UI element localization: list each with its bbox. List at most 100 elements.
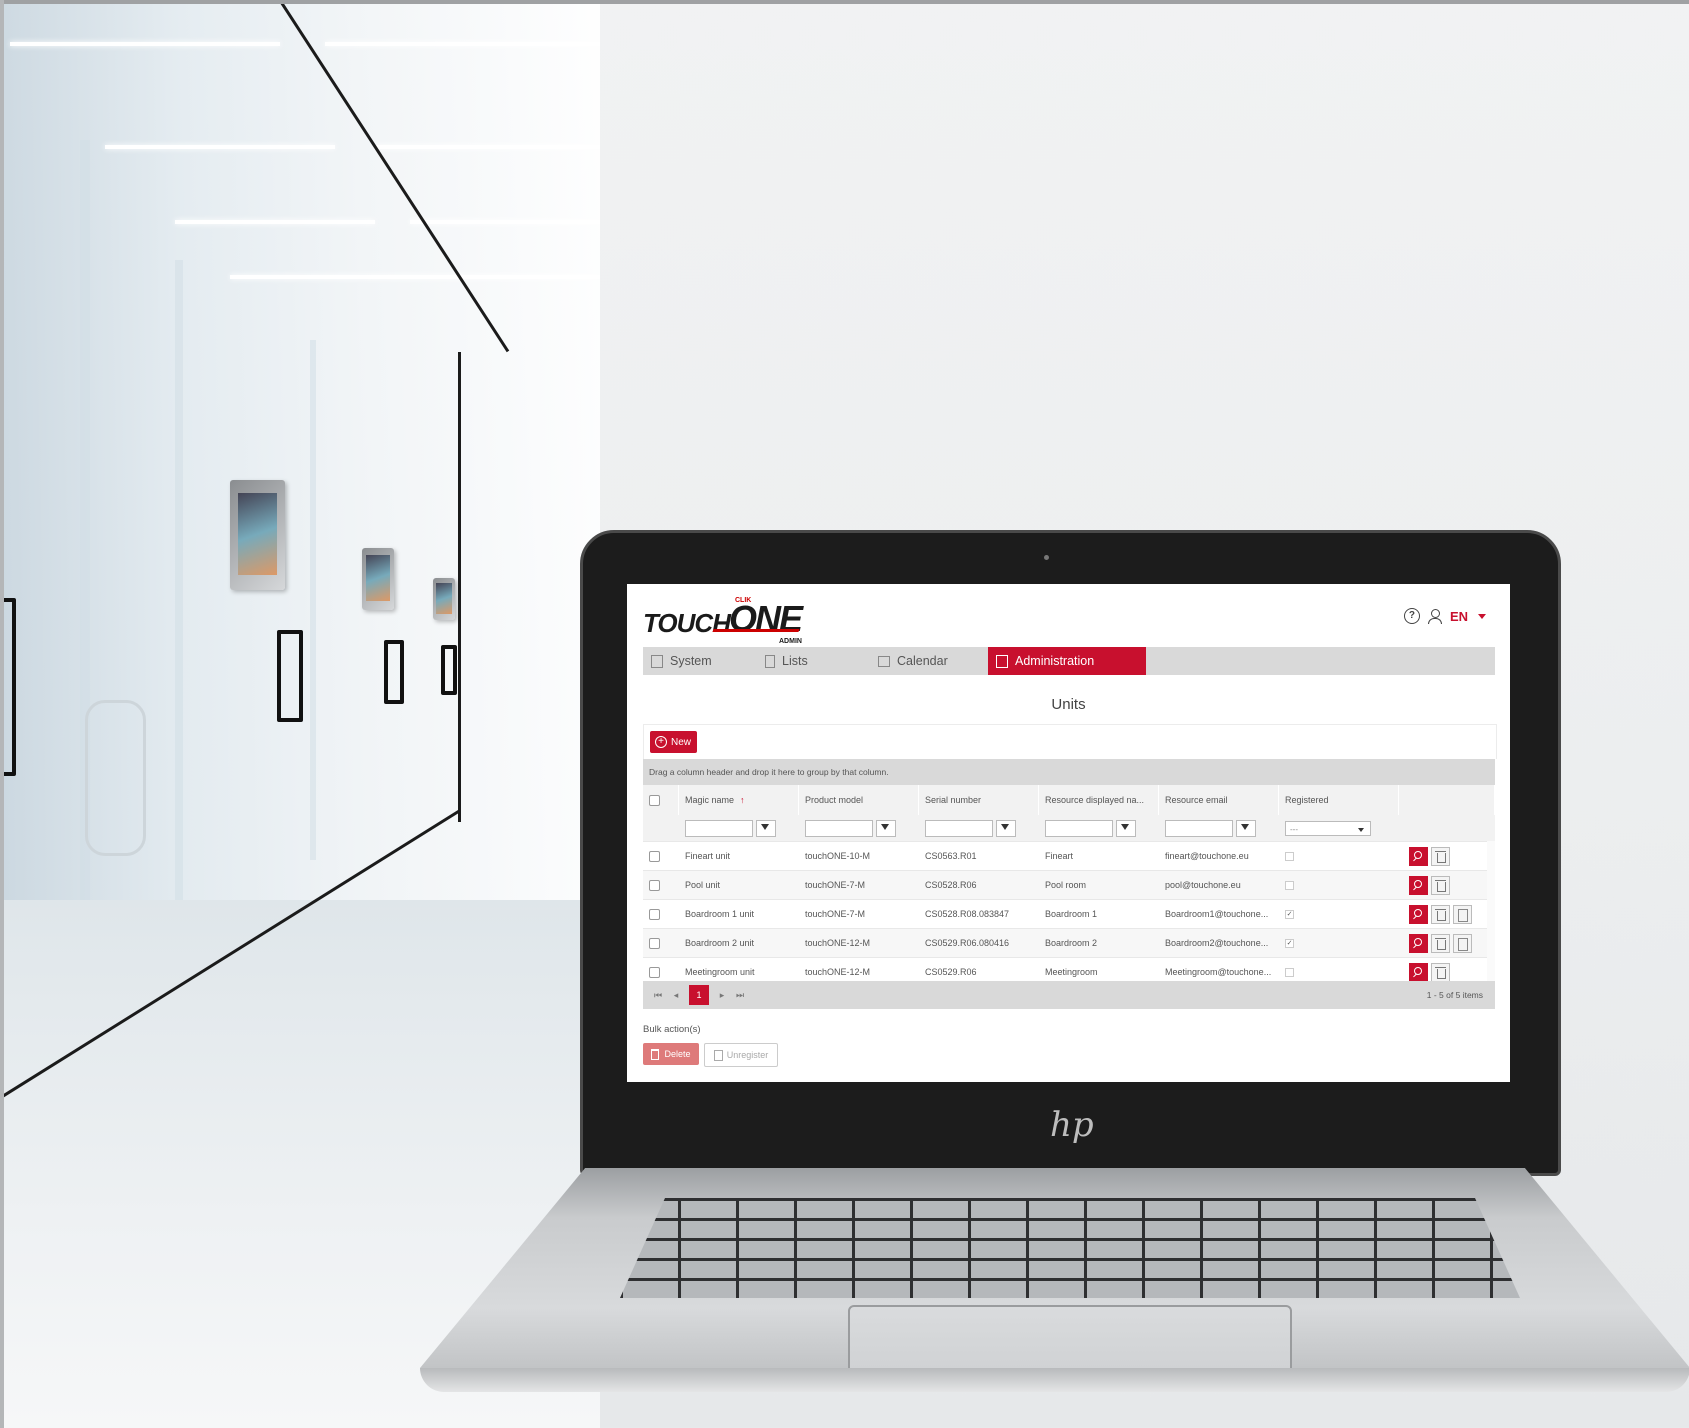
cell-resource-email: pool@touchone.eu: [1165, 880, 1241, 890]
column-header-resource-email[interactable]: Resource email: [1159, 785, 1279, 815]
filter-input[interactable]: [805, 819, 873, 837]
cell-registered: ✓: [1279, 900, 1399, 928]
registered-filter-select[interactable]: ---: [1285, 820, 1371, 836]
registered-checkbox: [1285, 851, 1294, 861]
cell-product-model: touchONE-10-M: [805, 851, 871, 861]
cell-serial-number: CS0563.R01: [925, 851, 977, 861]
page-title: Units: [1051, 696, 1086, 713]
help-icon[interactable]: ?: [1403, 608, 1420, 624]
table-row[interactable]: Boardroom 2 unit touchONE-12-M CS0529.R0…: [643, 928, 1495, 957]
group-drop-zone[interactable]: Drag a column header and drop it here to…: [643, 759, 1495, 785]
cell-serial-number: CS0528.R06: [925, 880, 977, 890]
trash-icon[interactable]: [1431, 933, 1450, 953]
main-tabs: System Lists Calendar Administration: [643, 647, 1495, 675]
column-header-resource-name[interactable]: Resource displayed na...: [1039, 785, 1159, 815]
cell-resource-email: fineart@touchone.eu: [1165, 851, 1249, 861]
first-page-icon[interactable]: ⏮: [649, 990, 667, 1001]
laptop-base-edge: [420, 1368, 1689, 1392]
row-checkbox[interactable]: [649, 879, 660, 891]
table-row[interactable]: Boardroom 1 unit touchONE-7-M CS0528.R08…: [643, 899, 1495, 928]
view-button[interactable]: [1409, 962, 1428, 982]
logo-swoosh: [712, 629, 800, 632]
tab-lists[interactable]: Lists: [751, 647, 870, 675]
glass-panel-edge: [175, 260, 183, 960]
filter-icon[interactable]: [756, 819, 776, 837]
tab-calendar[interactable]: Calendar: [870, 647, 988, 675]
view-button[interactable]: [1409, 846, 1428, 866]
filter-input[interactable]: [685, 819, 753, 837]
row-checkbox[interactable]: [649, 850, 660, 862]
table-row[interactable]: Fineart unit touchONE-10-M CS0563.R01 Fi…: [643, 841, 1495, 870]
trash-icon[interactable]: [1431, 846, 1450, 866]
user-icon[interactable]: [1427, 608, 1442, 624]
unregister-icon[interactable]: [1453, 904, 1472, 924]
touchone-logo[interactable]: TOUCH ONE CLIK ADMIN: [643, 594, 813, 645]
view-button[interactable]: [1409, 933, 1428, 953]
trash-icon[interactable]: [1431, 962, 1450, 982]
view-button[interactable]: [1409, 904, 1428, 924]
calendar-icon: [878, 655, 890, 667]
next-page-icon[interactable]: ▸: [713, 990, 731, 1001]
column-label: Resource displayed na...: [1045, 795, 1145, 805]
filter-icon[interactable]: [1236, 819, 1256, 837]
filter-input[interactable]: [1045, 819, 1113, 837]
select-all-checkbox[interactable]: [649, 794, 660, 806]
row-checkbox[interactable]: [649, 966, 660, 978]
row-checkbox[interactable]: [649, 937, 660, 949]
column-header-registered[interactable]: Registered: [1279, 785, 1399, 815]
column-label: Resource email: [1165, 795, 1228, 805]
ceiling-light: [410, 220, 600, 224]
bulk-unregister-label: Unregister: [726, 1050, 769, 1060]
unregister-icon[interactable]: [1453, 933, 1472, 953]
column-header-magic-name[interactable]: Magic name ↑: [679, 785, 799, 815]
trash-icon[interactable]: [1431, 904, 1450, 924]
last-page-icon[interactable]: ⏭: [731, 990, 749, 1001]
webcam: [1044, 555, 1049, 560]
cell-registered: [1279, 842, 1399, 870]
unregister-icon: [713, 1049, 723, 1061]
background-corridor-photo: [0, 0, 600, 1428]
table-row[interactable]: Pool unit touchONE-7-M CS0528.R06 Pool r…: [643, 870, 1495, 899]
sort-arrow-icon: ↑: [740, 795, 745, 805]
admin-icon: [996, 654, 1008, 668]
grid-scrollbar[interactable]: [1487, 841, 1495, 981]
filter-icon[interactable]: [1116, 819, 1136, 837]
filter-icon[interactable]: [876, 819, 896, 837]
column-header-serial-number[interactable]: Serial number: [919, 785, 1039, 815]
row-actions: [1399, 842, 1495, 870]
chevron-down-icon[interactable]: [1478, 613, 1486, 619]
column-label: Registered: [1285, 795, 1329, 805]
cell-resource-name: Pool room: [1045, 880, 1087, 890]
cell-magic-name: Fineart unit: [685, 851, 731, 861]
column-label: Magic name: [685, 795, 735, 805]
view-button[interactable]: [1409, 875, 1428, 895]
pager-info: 1 - 5 of 5 items: [1426, 990, 1483, 1000]
registered-checkbox: ✓: [1285, 909, 1294, 919]
language-selector[interactable]: EN: [1450, 609, 1468, 624]
cell-resource-name: Boardroom 1: [1045, 909, 1098, 919]
filter-icon[interactable]: [996, 819, 1016, 837]
page-1-button[interactable]: 1: [689, 985, 709, 1005]
tab-administration[interactable]: Administration: [988, 647, 1146, 675]
bulk-unregister-button[interactable]: Unregister: [704, 1043, 778, 1067]
glass-frame-line: [458, 352, 461, 822]
new-button[interactable]: + New: [650, 731, 698, 753]
row-checkbox[interactable]: [649, 908, 660, 920]
column-label: Product model: [805, 795, 864, 805]
ceiling-light: [175, 220, 375, 224]
logo-tagline-top: CLIK: [735, 597, 752, 604]
trash-icon[interactable]: [1431, 875, 1450, 895]
row-actions: [1399, 929, 1495, 957]
ceiling-light: [325, 42, 600, 46]
grid-body: Fineart unit touchONE-10-M CS0563.R01 Fi…: [643, 841, 1495, 986]
image-border: [0, 0, 4, 1428]
bulk-delete-button[interactable]: Delete: [643, 1043, 699, 1065]
filter-input[interactable]: [1165, 819, 1233, 837]
cell-resource-email: Boardroom2@touchone...: [1165, 938, 1269, 948]
tab-label: System: [670, 654, 712, 668]
filter-input[interactable]: [925, 819, 993, 837]
filter-resource-email: [1159, 815, 1279, 841]
tab-system[interactable]: System: [643, 647, 751, 675]
column-header-product-model[interactable]: Product model: [799, 785, 919, 815]
prev-page-icon[interactable]: ◂: [667, 990, 685, 1001]
